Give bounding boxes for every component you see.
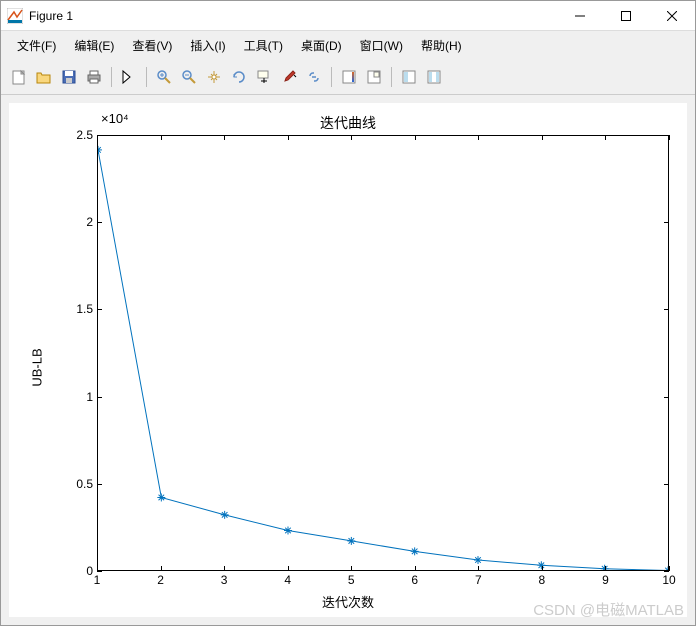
x-tick-label: 6: [411, 573, 418, 587]
menu-help[interactable]: 帮助(H): [413, 34, 470, 57]
maximize-button[interactable]: [603, 1, 649, 30]
toolbar-separator: [111, 67, 112, 87]
y-axis-label: UB-LB: [30, 348, 45, 386]
x-tick-label: 2: [157, 573, 164, 587]
figure-area[interactable]: ×10⁴ 迭代曲线 UB-LB 迭代次数 0 0.5 1 1.5 2 2.5 1 2 3 4 5 6 7…: [1, 95, 695, 625]
x-tick-label: 9: [602, 573, 609, 587]
toolbar: [1, 59, 695, 95]
brush-button[interactable]: [277, 65, 301, 89]
y-tick-label: 1.5: [33, 302, 93, 316]
menubar: 文件(F) 编辑(E) 查看(V) 插入(I) 工具(T) 桌面(D) 窗口(W…: [1, 31, 695, 59]
show-plot-tools-button[interactable]: [422, 65, 446, 89]
data-cursor-button[interactable]: [252, 65, 276, 89]
x-axis-label: 迭代次数: [322, 592, 374, 611]
menu-window[interactable]: 窗口(W): [352, 34, 411, 57]
x-tick-label: 3: [221, 573, 228, 587]
x-tick-label: 10: [662, 573, 675, 587]
toolbar-separator: [391, 67, 392, 87]
menu-view[interactable]: 查看(V): [124, 34, 180, 57]
link-button[interactable]: [302, 65, 326, 89]
y-axis-multiplier: ×10⁴: [101, 111, 129, 126]
toolbar-separator: [146, 67, 147, 87]
close-button[interactable]: [649, 1, 695, 30]
plot-box: [97, 135, 669, 571]
x-tick-label: 8: [539, 573, 546, 587]
titlebar: Figure 1: [1, 1, 695, 31]
hide-plot-tools-button[interactable]: [397, 65, 421, 89]
edit-plot-button[interactable]: [117, 65, 141, 89]
window-title: Figure 1: [29, 9, 557, 23]
data-line: [98, 136, 668, 570]
menu-insert[interactable]: 插入(I): [182, 34, 233, 57]
y-tick-label: 0: [33, 564, 93, 578]
y-tick-label: 0.5: [33, 477, 93, 491]
open-button[interactable]: [32, 65, 56, 89]
y-tick-label: 1: [33, 390, 93, 404]
window-controls: [557, 1, 695, 30]
x-tick-label: 4: [284, 573, 291, 587]
insert-legend-button[interactable]: [362, 65, 386, 89]
menu-tools[interactable]: 工具(T): [236, 34, 291, 57]
print-button[interactable]: [82, 65, 106, 89]
x-tick-label: 7: [475, 573, 482, 587]
minimize-button[interactable]: [557, 1, 603, 30]
menu-edit[interactable]: 编辑(E): [66, 34, 122, 57]
pan-button[interactable]: [202, 65, 226, 89]
menu-file[interactable]: 文件(F): [9, 34, 64, 57]
menu-desktop[interactable]: 桌面(D): [293, 34, 350, 57]
x-tick-label: 5: [348, 573, 355, 587]
plot-title: 迭代曲线: [320, 113, 376, 133]
zoom-in-button[interactable]: [152, 65, 176, 89]
insert-colorbar-button[interactable]: [337, 65, 361, 89]
app-icon: [7, 8, 23, 24]
rotate-button[interactable]: [227, 65, 251, 89]
x-tick-label: 1: [94, 573, 101, 587]
zoom-out-button[interactable]: [177, 65, 201, 89]
y-tick-label: 2.5: [33, 128, 93, 142]
axes: ×10⁴ 迭代曲线 UB-LB 迭代次数 0 0.5 1 1.5 2 2.5 1 2 3 4 5 6 7…: [9, 103, 687, 617]
toolbar-separator: [331, 67, 332, 87]
new-figure-button[interactable]: [7, 65, 31, 89]
y-tick-label: 2: [33, 215, 93, 229]
save-button[interactable]: [57, 65, 81, 89]
figure-window: Figure 1 文件(F) 编辑(E) 查看(V) 插入(I) 工具(T) 桌…: [0, 0, 696, 626]
